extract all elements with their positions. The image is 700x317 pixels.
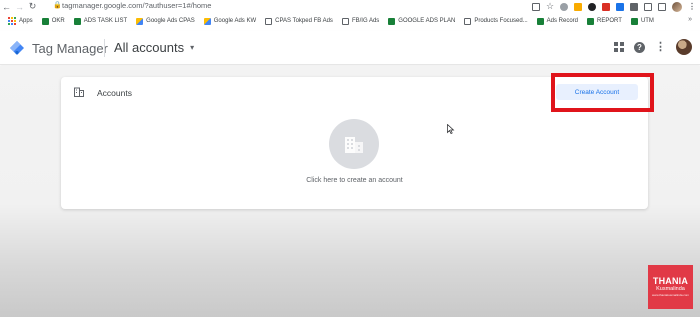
account-switcher[interactable]: All accounts ▾ bbox=[114, 40, 194, 55]
bookmark-google-ads-plan[interactable]: GOOGLE ADS PLAN bbox=[388, 17, 456, 25]
bookmark-label: UTM bbox=[640, 18, 654, 24]
sheets-icon bbox=[41, 17, 49, 25]
reload-icon[interactable]: ↻ bbox=[26, 0, 39, 13]
sheets-icon bbox=[388, 17, 396, 25]
bookmark-label: REPORT bbox=[597, 18, 622, 24]
apps-grid-icon bbox=[8, 17, 16, 25]
bookmark-star-icon[interactable]: ☆ bbox=[546, 0, 554, 13]
watermark-line-1: THANIA bbox=[652, 276, 689, 286]
bookmark-label: Google Ads KW bbox=[213, 18, 257, 24]
header-divider bbox=[104, 39, 105, 57]
doc-icon bbox=[341, 17, 349, 25]
doc-icon bbox=[265, 17, 273, 25]
reading-list-icon[interactable] bbox=[644, 2, 652, 11]
bookmark-label: FB/IG Ads bbox=[351, 18, 380, 24]
bookmark-label: CPAS Tokped FB Ads bbox=[275, 18, 333, 24]
sheets-icon bbox=[73, 17, 81, 25]
empty-state-text[interactable]: Click here to create an account bbox=[61, 177, 648, 184]
card-title: Accounts bbox=[97, 88, 132, 98]
extension-icon[interactable] bbox=[588, 2, 596, 11]
analytics-extension-icon[interactable] bbox=[574, 2, 582, 11]
sheets-icon bbox=[630, 17, 638, 25]
bookmark-fb-ig-ads[interactable]: FB/IG Ads bbox=[341, 17, 380, 25]
google-ads-icon bbox=[203, 17, 211, 25]
bookmark-ads-record[interactable]: Ads Record bbox=[536, 17, 579, 25]
product-name: Tag Manager bbox=[32, 41, 108, 56]
bookmark-label: Apps bbox=[19, 18, 33, 24]
bookmark-products-focused[interactable]: Products Focused... bbox=[464, 17, 528, 25]
bookmark-ads-task-list[interactable]: ADS TASK LIST bbox=[73, 17, 128, 25]
extension-icon[interactable] bbox=[616, 2, 624, 11]
sheets-icon bbox=[536, 17, 544, 25]
bookmark-label: GOOGLE ADS PLAN bbox=[398, 18, 456, 24]
breadcrumb-label: All accounts bbox=[114, 40, 185, 55]
more-bookmarks-chevron-icon[interactable]: » bbox=[688, 16, 692, 23]
browser-menu-icon[interactable]: ⋮ bbox=[688, 1, 696, 12]
bookmark-apps[interactable]: Apps bbox=[8, 17, 33, 25]
lock-icon: 🔒 bbox=[53, 2, 62, 9]
watermark-line-3: www.thaniakusmalinda.com bbox=[651, 293, 690, 297]
bookmark-cpas-tokped[interactable]: CPAS Tokped FB Ads bbox=[265, 17, 333, 25]
bookmark-label: Google Ads CPAS bbox=[146, 18, 195, 24]
extension-toolbar: ☆ ⋮ bbox=[532, 1, 696, 12]
bookmark-utm[interactable]: UTM bbox=[630, 17, 654, 25]
building-icon bbox=[74, 87, 84, 97]
user-avatar[interactable] bbox=[676, 39, 692, 55]
bookmark-label: OKR bbox=[51, 18, 65, 24]
browser-url-bar: ← → ↻ 🔒 tagmanager.google.com/?authuser=… bbox=[0, 0, 700, 13]
puzzle-icon[interactable] bbox=[630, 2, 638, 11]
back-arrow-icon[interactable]: ← bbox=[0, 0, 13, 13]
bookmark-google-ads-kw[interactable]: Google Ads KW bbox=[203, 17, 257, 25]
bookmark-report[interactable]: REPORT bbox=[587, 17, 622, 25]
sheets-icon bbox=[587, 17, 595, 25]
bookmarks-bar: Apps OKR ADS TASK LIST Google Ads CPAS G… bbox=[0, 14, 700, 28]
profile-avatar[interactable] bbox=[672, 1, 682, 12]
bookmark-label: ADS TASK LIST bbox=[83, 18, 128, 24]
extension-icon[interactable] bbox=[560, 2, 568, 11]
bookmark-google-ads-cpas[interactable]: Google Ads CPAS bbox=[136, 17, 195, 25]
bookmark-okr[interactable]: OKR bbox=[41, 17, 65, 25]
google-ads-icon bbox=[136, 17, 144, 25]
bookmark-label: Products Focused... bbox=[474, 18, 528, 24]
doc-icon bbox=[464, 17, 472, 25]
watermark-logo: THANIA Kusmalinda www.thaniakusmalinda.c… bbox=[648, 265, 693, 309]
more-vert-icon[interactable]: ⋮ bbox=[655, 41, 666, 53]
tag-manager-logo-icon[interactable] bbox=[9, 40, 25, 56]
app-header: Tag Manager All accounts ▾ ? ⋮ bbox=[0, 31, 700, 65]
building-icon bbox=[345, 137, 363, 153]
caret-down-icon: ▾ bbox=[190, 43, 195, 52]
share-icon[interactable] bbox=[532, 2, 540, 11]
highlight-annotation bbox=[551, 73, 654, 112]
side-panel-icon[interactable] bbox=[658, 2, 666, 11]
header-actions: ? ⋮ bbox=[614, 39, 692, 55]
help-icon[interactable]: ? bbox=[634, 41, 645, 53]
bookmark-label: Ads Record bbox=[546, 18, 579, 24]
create-account-empty-state[interactable] bbox=[329, 119, 379, 169]
extension-icon[interactable] bbox=[602, 2, 610, 11]
address-bar[interactable]: tagmanager.google.com/?authuser=1#/home bbox=[62, 1, 211, 10]
apps-grid-icon[interactable] bbox=[614, 42, 624, 52]
watermark-line-2: Kusmalinda bbox=[656, 286, 685, 292]
forward-arrow-icon[interactable]: → bbox=[13, 0, 26, 13]
mouse-cursor-icon bbox=[447, 124, 455, 134]
